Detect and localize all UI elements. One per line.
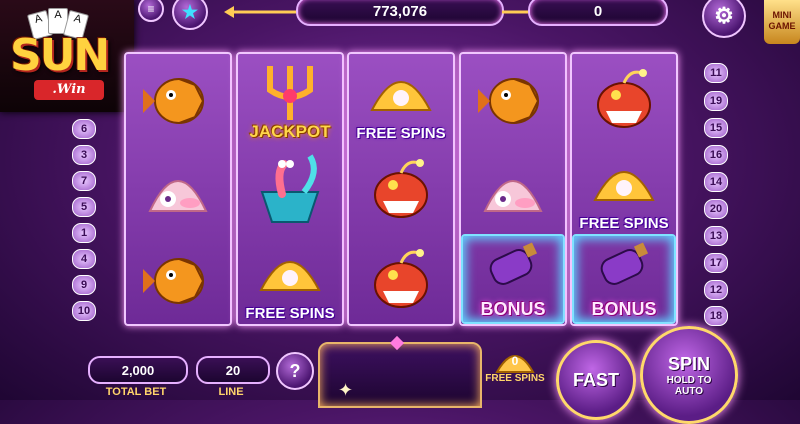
menu-button[interactable]: ≡ [138,0,164,22]
balance-value: 773,076 [372,2,428,20]
reel-symbol [238,146,342,234]
free-spins-counter: 0 FREE SPINS [484,346,546,402]
line-label: LINE [218,386,244,398]
sparkle-icon: ✦ [338,380,354,400]
line-badge[interactable]: 6 [72,119,96,139]
total-bet-label: TOTAL BET [105,386,167,398]
playing-cards-icon: A A A [26,8,100,41]
line-badge[interactable]: 19 [704,91,728,111]
orange-fish-icon [143,258,205,304]
reel-symbol [126,146,230,234]
line-badge[interactable]: 4 [72,249,96,269]
trident-icon [267,66,313,120]
reel-2: JACKPOT FREE SPINS [236,52,344,326]
reel-symbol [126,236,230,324]
bottle-icon [600,242,649,285]
pink-clam-icon [483,180,543,212]
line-badge[interactable]: 5 [72,197,96,217]
line-badge[interactable]: 17 [704,253,728,273]
spin-sub-label: HOLD TO AUTO [666,374,712,397]
reel-symbol [126,56,230,144]
help-button[interactable]: ? [276,352,314,390]
mini-game-button[interactable]: MINI GAME [764,0,800,44]
logo-brand: SUN [10,30,110,81]
reel-symbol [572,56,676,144]
line-badge[interactable]: 7 [72,171,96,191]
slot-reels: JACKPOT FREE SPINS FREE SPINS BONUS FREE… [124,52,680,326]
line-badge[interactable]: 20 [704,199,728,219]
star-icon: ★ [181,1,199,22]
angler-fish-icon [374,249,428,308]
free-spins-label: FREE SPINS [245,305,335,322]
favorite-button[interactable]: ★ [172,0,208,30]
pearl-shell-icon [370,81,432,111]
bottle-icon [489,242,538,285]
spin-label: SPIN [667,353,710,374]
win-value: 0 [593,2,603,20]
trident-left-decoration [222,4,298,20]
reel-symbol: FREE SPINS [572,146,676,234]
reel-symbol [349,146,453,234]
free-spins-label: FREE SPINS [356,125,446,142]
reel-symbol: FREE SPINS [238,236,342,324]
reel-symbol-highlighted: BONUS [572,234,676,324]
pearl-shell-icon [259,261,321,291]
free-spins-count: 0 [511,354,519,368]
logo-sub: .Win [34,80,104,100]
angler-fish-icon [374,159,428,218]
reel-symbol: FREE SPINS [349,56,453,144]
line-badge[interactable]: 11 [704,63,728,83]
line-badge[interactable]: 14 [704,172,728,192]
line-badge[interactable]: 3 [72,145,96,165]
line-badge[interactable]: 18 [704,306,728,326]
line-value: 20 [225,362,241,378]
line-badge[interactable]: 13 [704,226,728,246]
pearl-shell-icon [593,171,655,201]
reel-symbol [461,146,565,234]
win-plaque: ✦ [318,335,482,408]
free-spins-label: FREE SPINS [579,215,669,232]
reel-5: FREE SPINS BONUS [570,52,678,326]
mini-game-label: MINI GAME [768,10,796,31]
free-spins-label: FREE SPINS [485,373,545,384]
line-badge[interactable]: 9 [72,275,96,295]
worm-in-cup-icon [260,154,320,223]
help-label: ? [289,360,301,381]
bonus-label: BONUS [591,299,657,319]
reel-symbol: JACKPOT [238,56,342,144]
total-bet-display[interactable]: 2,000 [88,356,188,384]
gear-icon: ⚙ [714,3,734,28]
line-badge[interactable]: 1 [72,223,96,243]
balance-display: 773,076 [296,0,504,26]
orange-fish-icon [478,78,540,124]
spin-button[interactable]: SPIN HOLD TO AUTO [640,326,738,424]
angler-fish-icon [597,69,651,128]
reel-symbol [461,56,565,144]
orange-fish-icon [143,78,205,124]
sunwin-logo: A A A SUN .Win [0,0,134,112]
line-display[interactable]: 20 [196,356,270,384]
gem-icon [389,335,405,351]
pink-clam-icon [148,180,208,212]
settings-button[interactable]: ⚙ [702,0,746,38]
jackpot-label: JACKPOT [249,122,331,141]
line-badge[interactable]: 10 [72,301,96,321]
reel-symbol-highlighted: BONUS [461,234,565,324]
line-badge[interactable]: 16 [704,145,728,165]
fast-button[interactable]: FAST [556,340,636,420]
menu-icon: ≡ [147,2,155,16]
bonus-label: BONUS [480,299,546,319]
reel-1 [124,52,232,326]
win-display: 0 [528,0,668,26]
line-badge[interactable]: 15 [704,118,728,138]
reel-symbol [349,236,453,324]
fast-label: FAST [572,369,619,390]
total-bet-value: 2,000 [121,362,155,378]
line-badge[interactable]: 12 [704,280,728,300]
reel-3: FREE SPINS [347,52,455,326]
reel-4: BONUS [459,52,567,326]
